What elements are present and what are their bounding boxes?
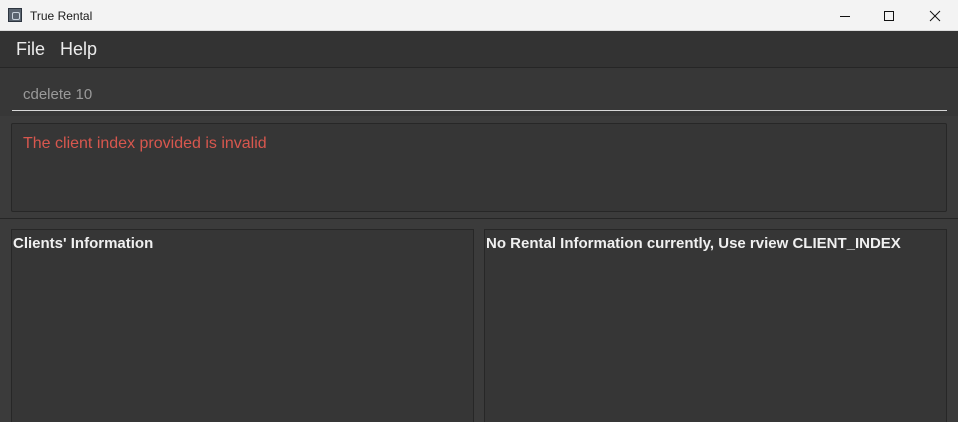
menu-file[interactable]: File bbox=[16, 39, 45, 59]
close-icon bbox=[929, 10, 941, 21]
result-display: The client index provided is invalid bbox=[11, 123, 947, 212]
clients-panel-title: Clients' Information bbox=[13, 235, 154, 252]
result-message: The client index provided is invalid bbox=[23, 135, 267, 152]
maximize-button[interactable] bbox=[866, 0, 912, 31]
clients-panel[interactable]: Clients' Information bbox=[11, 229, 474, 422]
command-area bbox=[0, 67, 958, 116]
minimize-icon bbox=[840, 15, 850, 17]
minimize-button[interactable] bbox=[822, 0, 868, 31]
rental-panel[interactable]: No Rental Information currently, Use rvi… bbox=[484, 229, 947, 422]
app-icon bbox=[8, 8, 22, 22]
menu-help[interactable]: Help bbox=[60, 39, 97, 59]
rental-panel-title: No Rental Information currently, Use rvi… bbox=[486, 235, 901, 252]
maximize-icon bbox=[884, 10, 894, 21]
close-button[interactable] bbox=[912, 0, 958, 31]
command-input[interactable] bbox=[12, 78, 947, 111]
menu-bar: File Help bbox=[0, 31, 958, 67]
section-divider bbox=[0, 218, 958, 219]
title-bar: True Rental bbox=[0, 0, 958, 31]
window-title: True Rental bbox=[30, 9, 93, 23]
